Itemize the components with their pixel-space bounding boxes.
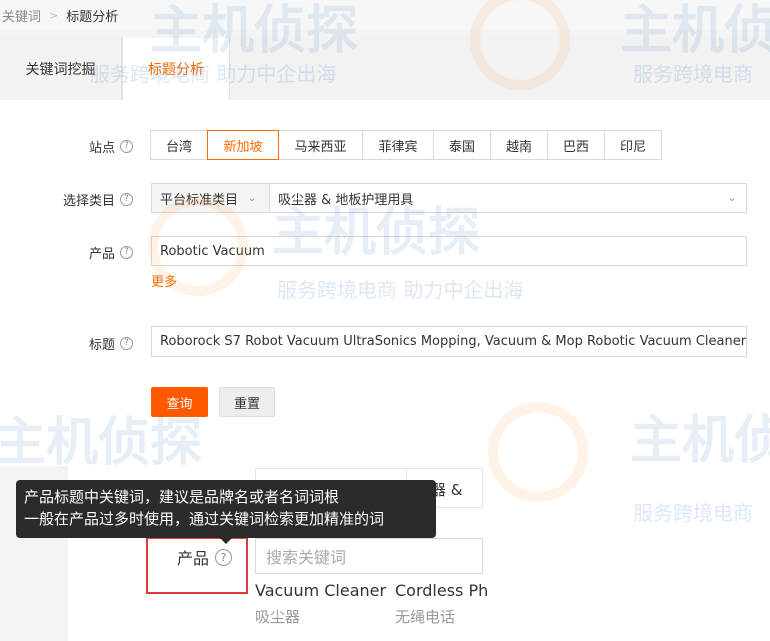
tab-keyword-mining[interactable]: 关键词挖掘 (0, 38, 122, 100)
title-label-text: 标题 (89, 338, 116, 353)
chevron-down-icon: ⌄ (727, 192, 736, 204)
product-label: 产品 ? (89, 243, 134, 262)
keyword-option[interactable]: Vacuum Cleaner (255, 581, 386, 600)
site-label: 站点 ? (89, 137, 134, 156)
keyword-search-input[interactable]: 搜索关键词 (255, 538, 483, 574)
title-label: 标题 ? (89, 334, 134, 353)
site-label-text: 站点 (89, 141, 116, 156)
breadcrumb-current: 标题分析 (66, 9, 119, 25)
help-icon[interactable]: ? (120, 337, 134, 350)
category-select-group: 平台标准类目 ⌄ 吸尘器 & 地板护理用具 ⌄ (151, 183, 747, 213)
tab-title-analysis[interactable]: 标题分析 (122, 38, 230, 100)
query-button[interactable]: 查询 (151, 387, 208, 417)
product-label-text: 产品 (89, 247, 116, 262)
help-icon[interactable]: ? (120, 193, 134, 206)
tooltip-line-1: 产品标题中关键词，建议是品牌名或者名词词根 (24, 488, 340, 506)
title-input[interactable]: Roborock S7 Robot Vacuum UltraSonics Mop… (151, 326, 747, 357)
site-option-taiwan[interactable]: 台湾 (150, 130, 208, 160)
site-option-singapore[interactable]: 新加坡 (207, 130, 279, 160)
breadcrumb: 关键词 > 标题分析 (0, 0, 770, 30)
site-option-indonesia[interactable]: 印尼 (604, 130, 662, 160)
highlight-box (146, 537, 248, 594)
category-label: 选择类目 ? (63, 190, 134, 209)
site-option-thailand[interactable]: 泰国 (433, 130, 491, 160)
site-option-philippines[interactable]: 菲律宾 (362, 130, 434, 160)
site-selector: 台湾 新加坡 马来西亚 菲律宾 泰国 越南 巴西 印尼 (150, 130, 662, 160)
category-label-text: 选择类目 (63, 194, 116, 209)
tab-bar: 关键词挖掘 标题分析 (0, 38, 770, 100)
title-analysis-page: 关键词 > 标题分析 关键词挖掘 标题分析 站点 ? 台湾 新加坡 马来西亚 菲… (0, 0, 770, 641)
tooltip-arrow (220, 538, 232, 544)
category-type-value: 平台标准类目 (160, 192, 239, 208)
help-icon[interactable]: ? (120, 246, 134, 259)
category-type-select[interactable]: 平台标准类目 ⌄ (152, 184, 270, 212)
category-select[interactable]: 吸尘器 & 地板护理用具 ⌄ (270, 184, 746, 212)
tooltip-line-2: 一般在产品过多时使用，通过关键词检索更加精准的词 (24, 510, 385, 528)
breadcrumb-parent-link[interactable]: 关键词 (2, 6, 41, 25)
keyword-translation: 吸尘器 (255, 608, 301, 626)
site-option-vietnam[interactable]: 越南 (490, 130, 548, 160)
reset-button[interactable]: 重置 (219, 387, 275, 417)
keyword-option[interactable]: Cordless Ph (395, 581, 488, 600)
keyword-translation: 无绳电话 (395, 608, 456, 626)
category-value: 吸尘器 & 地板护理用具 (278, 192, 414, 208)
site-option-brazil[interactable]: 巴西 (547, 130, 605, 160)
product-input[interactable]: Robotic Vacuum (151, 236, 747, 266)
chevron-right-icon: > (49, 8, 59, 22)
site-option-malaysia[interactable]: 马来西亚 (278, 130, 363, 160)
help-icon[interactable]: ? (120, 140, 134, 153)
more-link[interactable]: 更多 (151, 271, 177, 290)
chevron-down-icon: ⌄ (248, 192, 257, 204)
help-tooltip: 产品标题中关键词，建议是品牌名或者名词词根 一般在产品过多时使用，通过关键词检索… (16, 480, 436, 538)
